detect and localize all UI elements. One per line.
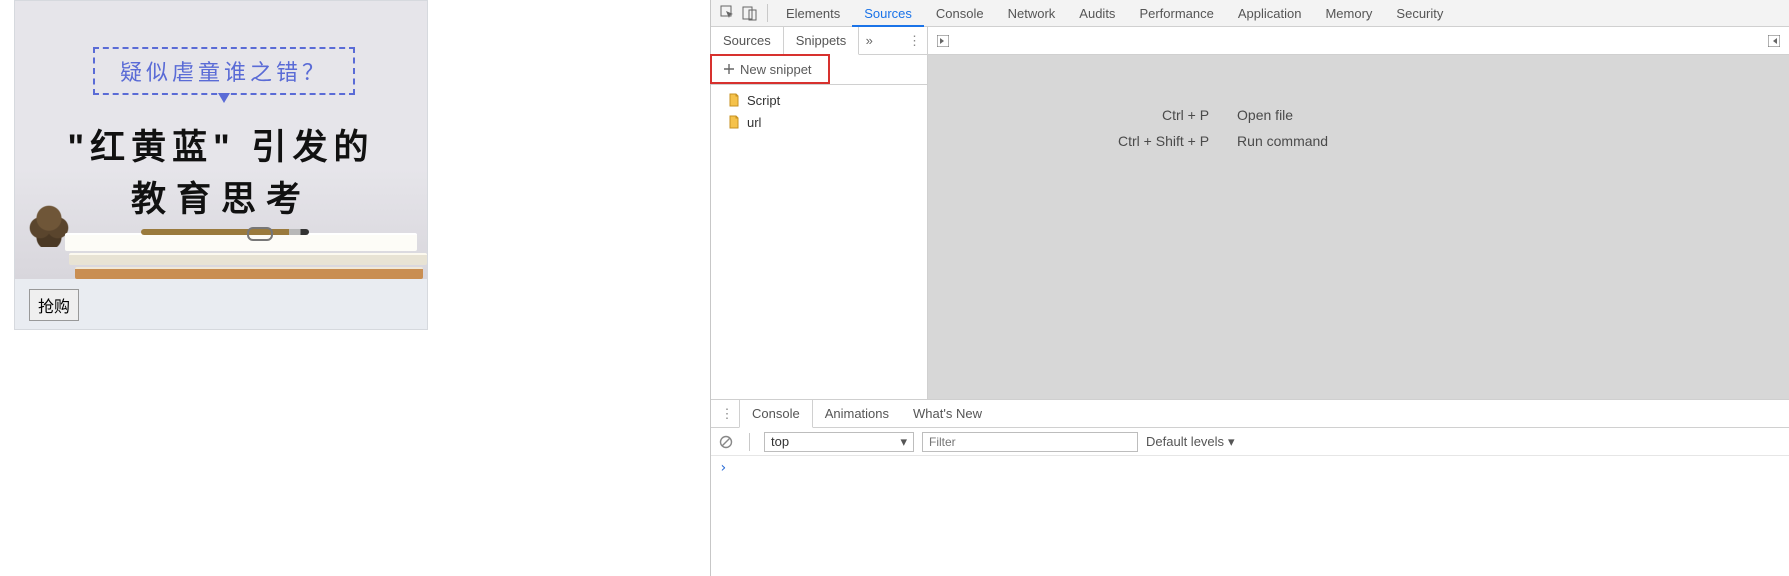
editor-toolbar xyxy=(928,27,1789,55)
ad-footer: 抢购 xyxy=(15,279,427,331)
console-toolbar: top ▾ Default levels ▾ xyxy=(711,428,1789,456)
ad-headline-line2: 教育思考 xyxy=(15,171,427,222)
editor-hints: Ctrl + P Open file Ctrl + Shift + P Run com… xyxy=(1118,107,1328,149)
editor-hint-label: Open file xyxy=(1237,107,1328,123)
snippet-file-icon xyxy=(727,115,741,129)
drawer-tabs: ⋮ ConsoleAnimationsWhat's New xyxy=(711,400,1789,428)
snippet-item[interactable]: url xyxy=(711,111,927,133)
editor-area: Ctrl + P Open file Ctrl + Shift + P Run com… xyxy=(928,27,1789,399)
binder-clip-graphic xyxy=(247,227,273,241)
separator xyxy=(767,4,768,22)
snippet-list: Script url xyxy=(711,85,927,137)
drawer-tab-what-s-new[interactable]: What's New xyxy=(901,400,994,428)
separator xyxy=(749,433,750,451)
sources-side-tab-sources[interactable]: Sources xyxy=(711,27,783,55)
drawer-tab-console[interactable]: Console xyxy=(739,400,813,428)
pencil-graphic xyxy=(141,229,309,235)
new-snippet-label: New snippet xyxy=(740,62,812,77)
chevron-down-icon: ▾ xyxy=(1228,434,1235,450)
devtools-main: SourcesSnippets » ⋮ New snippet Script ur… xyxy=(711,27,1789,399)
console-body[interactable]: › xyxy=(711,456,1789,576)
devtools-tab-memory[interactable]: Memory xyxy=(1313,0,1384,27)
context-selector-value: top xyxy=(771,434,789,449)
show-debugger-icon[interactable] xyxy=(1765,32,1783,50)
ad-question-text: 疑似虐童谁之错？ xyxy=(120,55,328,87)
clear-console-icon[interactable] xyxy=(717,433,735,451)
snippet-file-icon xyxy=(727,93,741,107)
devtools-tab-elements[interactable]: Elements xyxy=(774,0,852,27)
ad-card: 疑似虐童谁之错？ "红黄蓝" 引发的 教育思考 抢购 xyxy=(14,0,428,330)
sources-side-tab-snippets[interactable]: Snippets xyxy=(783,27,860,55)
devtools-drawer: ⋮ ConsoleAnimationsWhat's New top ▾ Defa… xyxy=(711,399,1789,576)
show-navigator-icon[interactable] xyxy=(934,32,952,50)
sources-sidebar-tabs: SourcesSnippets » ⋮ xyxy=(711,27,927,55)
log-levels-selector[interactable]: Default levels ▾ xyxy=(1146,434,1235,450)
book-stack-graphic xyxy=(15,231,427,279)
sources-tabs-overflow-icon[interactable]: » xyxy=(859,33,879,48)
ad-headline-line1: "红黄蓝" 引发的 xyxy=(15,119,427,170)
chevron-down-icon: ▾ xyxy=(900,434,907,450)
devtools-tab-console[interactable]: Console xyxy=(924,0,996,27)
console-filter-input[interactable] xyxy=(922,432,1138,452)
editor-body: Ctrl + P Open file Ctrl + Shift + P Run com… xyxy=(928,55,1789,399)
plus-icon xyxy=(724,62,734,77)
snippet-item-label: url xyxy=(747,115,761,130)
page-content: 疑似虐童谁之错？ "红黄蓝" 引发的 教育思考 抢购 xyxy=(0,0,710,576)
devtools-tab-performance[interactable]: Performance xyxy=(1127,0,1225,27)
ad-image: 疑似虐童谁之错？ "红黄蓝" 引发的 教育思考 xyxy=(15,1,427,279)
devtools-tab-application[interactable]: Application xyxy=(1226,0,1314,27)
drawer-tab-animations[interactable]: Animations xyxy=(813,400,901,428)
console-prompt: › xyxy=(719,460,727,476)
sources-sidebar: SourcesSnippets » ⋮ New snippet Script ur… xyxy=(711,27,928,399)
buy-button[interactable]: 抢购 xyxy=(29,289,79,321)
devtools-tab-audits[interactable]: Audits xyxy=(1067,0,1127,27)
snippet-item[interactable]: Script xyxy=(711,89,927,111)
ad-question-box: 疑似虐童谁之错？ xyxy=(93,47,355,95)
context-selector[interactable]: top ▾ xyxy=(764,432,914,452)
editor-hint-shortcut: Ctrl + Shift + P xyxy=(1118,133,1209,149)
inspect-element-icon[interactable] xyxy=(717,2,739,24)
new-snippet-button[interactable]: New snippet xyxy=(710,54,830,84)
devtools-tab-security[interactable]: Security xyxy=(1384,0,1455,27)
snippet-item-label: Script xyxy=(747,93,780,108)
devtools-tab-network[interactable]: Network xyxy=(996,0,1068,27)
drawer-kebab-icon[interactable]: ⋮ xyxy=(717,406,737,422)
device-toolbar-icon[interactable] xyxy=(739,2,761,24)
sources-sidebar-kebab-icon[interactable]: ⋮ xyxy=(908,33,921,49)
log-levels-label: Default levels xyxy=(1146,434,1224,449)
editor-hint-shortcut: Ctrl + P xyxy=(1118,107,1209,123)
devtools-tab-sources[interactable]: Sources xyxy=(852,0,924,27)
devtools-top-tabs: ElementsSourcesConsoleNetworkAuditsPerfo… xyxy=(711,0,1789,27)
editor-hint-label: Run command xyxy=(1237,133,1328,149)
devtools-panel: ElementsSourcesConsoleNetworkAuditsPerfo… xyxy=(710,0,1789,576)
